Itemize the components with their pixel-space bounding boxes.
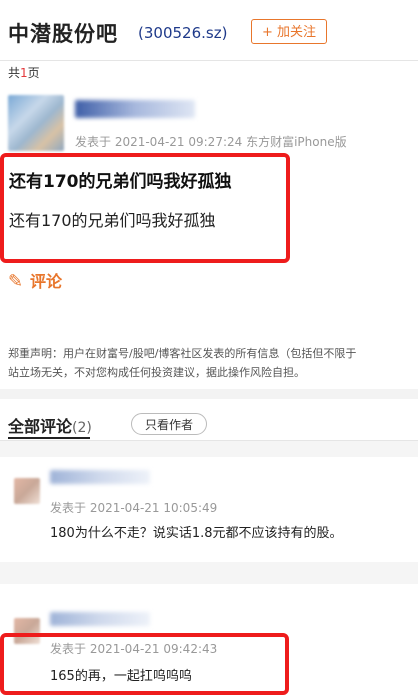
tab-all-comments[interactable]: 全部评论(2) (8, 413, 92, 437)
disclaimer: 郑重声明：用户在财富号/股吧/博客社区发表的所有信息（包括但不限于 站立场无关，… (8, 344, 418, 382)
comment-author-blurred[interactable] (50, 470, 150, 484)
comment-count: (2) (72, 420, 92, 436)
only-author-button[interactable]: 只看作者 (131, 413, 207, 435)
comment-label: 评论 (30, 272, 63, 291)
section-gap (0, 562, 418, 584)
follow-button[interactable]: + 加关注 (251, 19, 327, 44)
pencil-icon: ✎ (8, 271, 24, 292)
comment-avatar[interactable] (14, 478, 40, 504)
page-count: 共1页 (8, 66, 40, 80)
stock-code[interactable]: (300526.sz) (138, 24, 227, 42)
comment-text: 180为什么不走？说实话1.8元都不应该持有的股。 (50, 526, 343, 541)
disclaimer-line: 站立场无关，不对您构成任何投资建议，据此操作风险自担。 (8, 366, 305, 379)
bar-title[interactable]: 中潜股份吧 (8, 18, 118, 48)
tab-underline (8, 437, 90, 439)
section-gap (0, 389, 418, 399)
post-meta: 发表于 2021-04-21 09:27:24 东方财富iPhone版 (75, 135, 347, 149)
comment-author-blurred[interactable] (50, 612, 150, 626)
comment-meta: 发表于 2021-04-21 10:05:49 (50, 501, 218, 515)
comment-button[interactable]: ✎ 评论 (8, 268, 62, 292)
divider (0, 60, 418, 61)
disclaimer-line: 郑重声明：用户在财富号/股吧/博客社区发表的所有信息（包括但不限于 (8, 347, 357, 360)
section-gap (0, 441, 418, 457)
author-name-blurred[interactable] (75, 100, 195, 118)
highlight-box (0, 153, 290, 263)
author-avatar[interactable] (8, 95, 64, 151)
page-count-number: 1 (20, 66, 28, 80)
highlight-box (0, 633, 289, 695)
